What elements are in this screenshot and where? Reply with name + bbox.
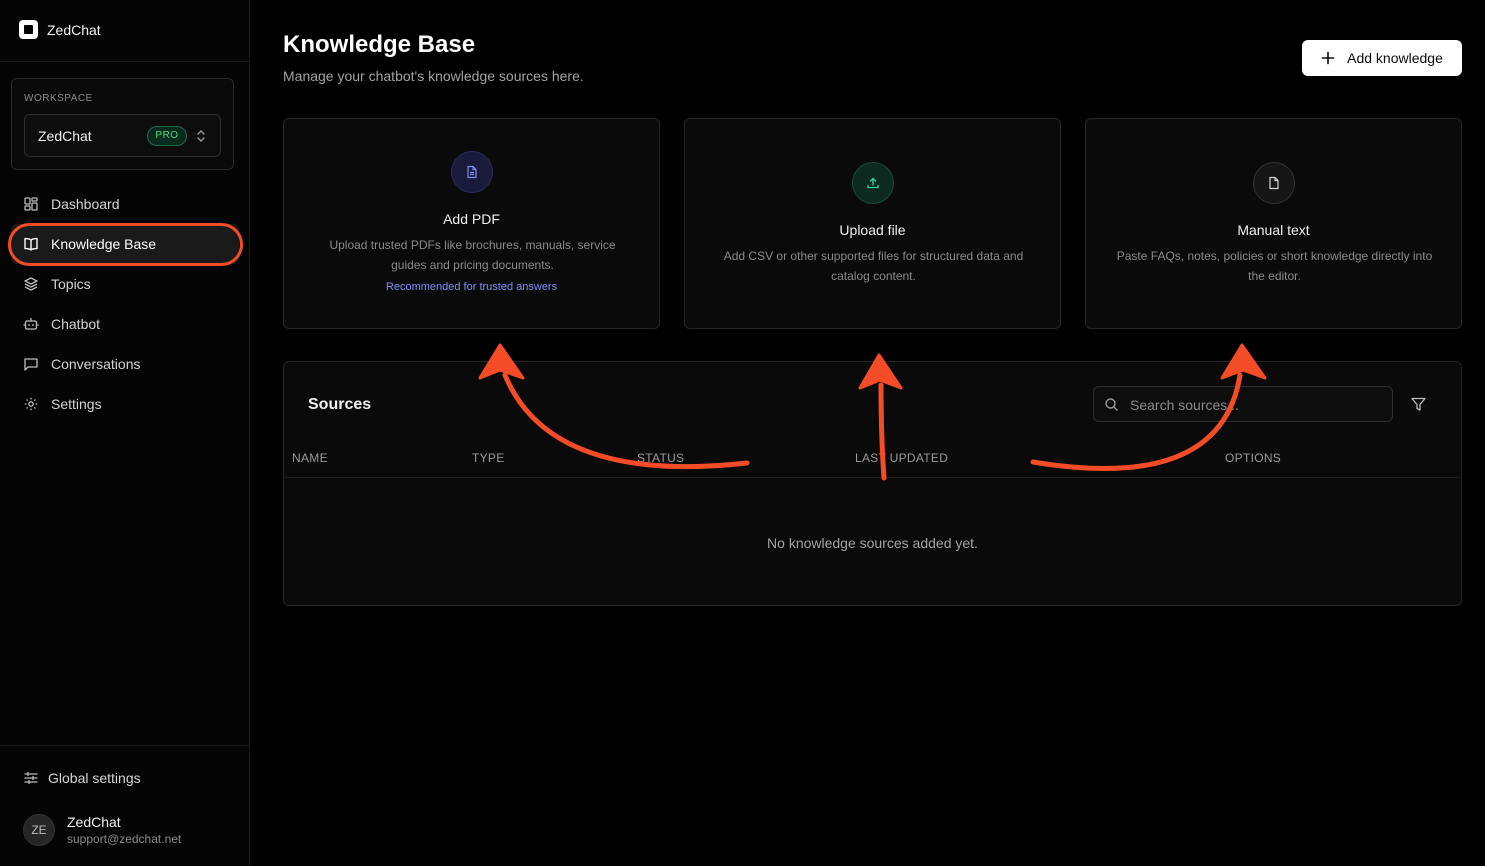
workspace-panel: WORKSPACE ZedChat PRO <box>11 78 234 170</box>
sidebar-item-topics[interactable]: Topics <box>11 264 239 304</box>
search-icon <box>1105 398 1118 411</box>
column-header-options[interactable]: OPTIONS <box>1225 451 1281 465</box>
card-title: Manual text <box>1237 222 1310 238</box>
manual-text-card[interactable]: Manual text Paste FAQs, notes, policies … <box>1085 118 1462 329</box>
add-pdf-card[interactable]: Add PDF Upload trusted PDFs like brochur… <box>283 118 660 329</box>
column-header-last-updated[interactable]: LAST UPDATED <box>855 451 948 465</box>
sidebar-nav: Dashboard Knowledge Base Topics Chatbot … <box>11 184 239 424</box>
global-settings-label: Global settings <box>48 770 141 786</box>
user-profile[interactable]: ZE ZedChat support@zedchat.net <box>23 814 181 846</box>
sidebar-item-label: Dashboard <box>51 196 120 212</box>
gear-icon <box>24 397 38 411</box>
global-settings-link[interactable]: Global settings <box>23 770 141 786</box>
card-title: Upload file <box>839 222 906 238</box>
sources-title: Sources <box>308 396 372 413</box>
file-icon <box>1269 176 1279 190</box>
book-open-icon <box>24 237 38 251</box>
plan-badge: PRO <box>147 126 187 146</box>
plus-icon <box>1321 51 1335 65</box>
sidebar-item-knowledge-base[interactable]: Knowledge Base <box>11 224 239 264</box>
brand-name: ZedChat <box>47 21 101 38</box>
card-description: Add CSV or other supported files for str… <box>723 249 1024 283</box>
sidebar: ZedChat WORKSPACE ZedChat PRO Dashboard … <box>0 0 250 866</box>
sidebar-item-label: Topics <box>51 276 91 292</box>
sidebar-item-conversations[interactable]: Conversations <box>11 344 239 384</box>
card-title: Add PDF <box>443 211 500 227</box>
add-knowledge-label: Add knowledge <box>1347 50 1443 66</box>
pdf-icon-badge <box>451 151 493 193</box>
sidebar-item-label: Settings <box>51 396 102 412</box>
column-header-name[interactable]: NAME <box>292 451 328 465</box>
sidebar-item-settings[interactable]: Settings <box>11 384 239 424</box>
layers-icon <box>24 277 38 291</box>
upload-file-card[interactable]: Upload file Add CSV or other supported f… <box>684 118 1061 329</box>
table-divider <box>284 477 1461 478</box>
card-description: Upload trusted PDFs like brochures, manu… <box>329 238 616 272</box>
user-name: ZedChat <box>67 814 121 830</box>
card-note: Recommended for trusted answers <box>385 281 558 293</box>
page-subtitle: Manage your chatbot's knowledge sources … <box>283 68 584 84</box>
zedchat-logo-icon <box>19 20 38 39</box>
chevron-up-down-icon <box>197 130 205 142</box>
user-info: ZedChat support@zedchat.net <box>67 814 181 846</box>
page-title: Knowledge Base <box>283 31 476 58</box>
file-text-icon <box>467 165 477 179</box>
sliders-icon <box>24 771 38 785</box>
workspace-selector[interactable]: ZedChat PRO <box>24 114 221 157</box>
search-box[interactable] <box>1093 386 1393 422</box>
search-input[interactable] <box>1130 395 1380 415</box>
workspace-name: ZedChat <box>38 128 92 144</box>
empty-state-message: No knowledge sources added yet. <box>767 535 978 551</box>
sidebar-item-label: Knowledge Base <box>51 236 157 252</box>
text-icon-badge <box>1253 162 1295 204</box>
brand[interactable]: ZedChat <box>19 20 101 39</box>
upload-icon-badge <box>852 162 894 204</box>
user-email: support@zedchat.net <box>67 832 182 846</box>
add-knowledge-button[interactable]: Add knowledge <box>1302 40 1462 76</box>
sidebar-item-chatbot[interactable]: Chatbot <box>11 304 239 344</box>
avatar: ZE <box>23 814 55 846</box>
sidebar-divider <box>0 61 250 62</box>
sources-panel: Sources NAME TYPE STATUS LAST UPDATED OP… <box>283 361 1462 606</box>
main-content: Knowledge Base Manage your chatbot's kno… <box>251 0 1485 866</box>
filter-icon[interactable] <box>1410 396 1427 413</box>
card-description: Paste FAQs, notes, policies or short kno… <box>1116 249 1433 283</box>
bot-icon <box>23 317 39 330</box>
dashboard-icon <box>24 197 38 211</box>
message-square-icon <box>24 358 38 371</box>
sidebar-item-dashboard[interactable]: Dashboard <box>11 184 239 224</box>
column-header-status[interactable]: STATUS <box>637 451 684 465</box>
sidebar-divider <box>0 745 250 746</box>
workspace-label: WORKSPACE <box>24 93 93 104</box>
column-header-type[interactable]: TYPE <box>472 451 505 465</box>
upload-icon <box>867 177 879 189</box>
sidebar-item-label: Chatbot <box>51 316 101 332</box>
sidebar-item-label: Conversations <box>51 356 141 372</box>
